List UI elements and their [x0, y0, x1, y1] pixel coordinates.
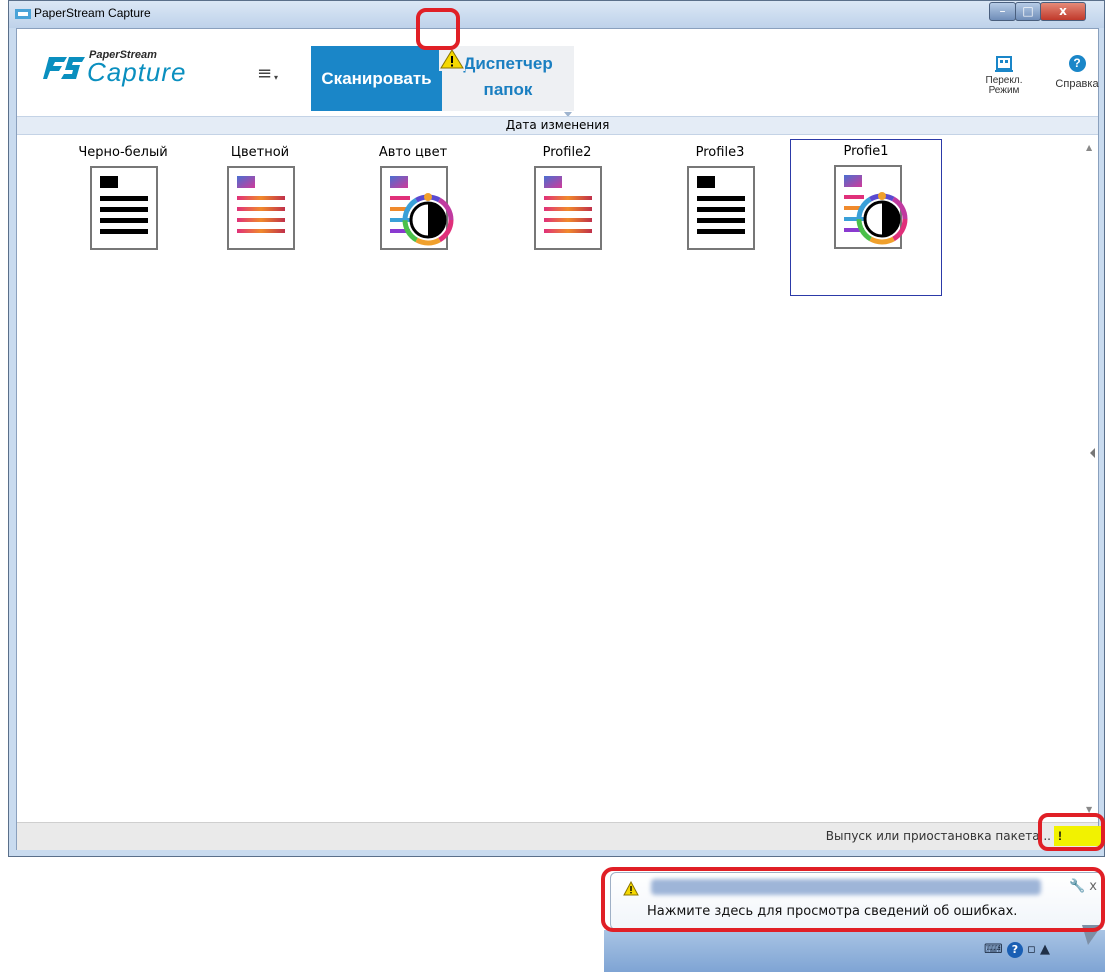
profile-name: Авто цвет — [378, 145, 448, 160]
system-tray: ⌨ ? ▫ ▲ — [984, 942, 1050, 958]
color-document-icon — [227, 166, 295, 250]
sort-header[interactable]: Дата изменения — [17, 116, 1098, 135]
profile-name: Profie1 — [843, 144, 889, 159]
show-hidden-icons-icon[interactable]: ▲ — [1040, 942, 1050, 957]
close-button[interactable]: x — [1040, 2, 1086, 21]
profile-name: Profile2 — [542, 145, 592, 160]
profile-item[interactable]: Profile3 — [644, 141, 796, 296]
tab-scan[interactable]: Сканировать — [311, 46, 442, 111]
chevron-down-icon: ▾ — [274, 73, 279, 82]
profile-grid: Черно-белый Цветной Авто цвет Profile2 P… — [17, 136, 1082, 816]
switch-mode-icon — [995, 56, 1013, 72]
profile-item[interactable]: Цветной — [184, 141, 336, 296]
profile-item-selected[interactable]: Profie1 — [790, 139, 942, 296]
panel-expand-arrow-icon[interactable] — [1090, 448, 1095, 458]
logo-mark-icon — [43, 57, 85, 79]
tab-folder-label-line2: папок — [483, 80, 533, 99]
hamburger-icon: ≡ — [257, 63, 273, 84]
auto-color-document-icon — [380, 166, 454, 250]
profile-name: Profile3 — [695, 145, 745, 160]
bw-document-icon — [90, 166, 158, 250]
highlight-warning-icon — [416, 8, 460, 50]
switch-mode-label-line2: Режим — [988, 85, 1020, 96]
main-menu-button[interactable]: ≡ ▾ — [257, 65, 287, 85]
warning-icon — [439, 47, 465, 71]
help-button[interactable]: ? Справка — [1052, 55, 1102, 105]
logo-big-text: Capture — [87, 57, 187, 87]
maximize-button[interactable]: □ — [1015, 2, 1041, 21]
profile-name: Цветной — [230, 145, 290, 160]
network-icon[interactable]: ▫ — [1027, 942, 1036, 957]
status-text: Выпуск или приостановка пакета... — [825, 829, 1051, 843]
taskbar: ⌨ ? ▫ ▲ — [604, 930, 1105, 972]
switch-mode-button[interactable]: Перекл. Режим — [984, 55, 1024, 105]
bw-document-icon — [687, 166, 755, 250]
app-icon — [15, 9, 31, 19]
app-window: PaperStream Capture – □ x PaperStream Ca… — [8, 0, 1105, 857]
profile-item[interactable]: Черно-белый — [47, 141, 199, 296]
color-document-icon — [534, 166, 602, 250]
help-tray-icon[interactable]: ? — [1006, 942, 1023, 958]
highlight-balloon — [601, 867, 1105, 932]
profile-item[interactable]: Profile2 — [491, 141, 643, 296]
title-bar[interactable]: PaperStream Capture – □ x — [9, 1, 1104, 28]
client-area: PaperStream Capture ≡ ▾ Сканировать Дисп… — [16, 28, 1104, 850]
status-bar: Выпуск или приостановка пакета... ! — [17, 822, 1104, 850]
scroll-up-icon[interactable]: ▲ — [1086, 143, 1092, 152]
paperstream-logo: PaperStream Capture — [43, 41, 203, 87]
help-icon: ? — [1068, 55, 1086, 72]
window-title: PaperStream Capture — [34, 6, 151, 20]
profile-name: Черно-белый — [78, 145, 168, 160]
ribbon: PaperStream Capture ≡ ▾ Сканировать Дисп… — [17, 29, 1099, 112]
help-label: Справка — [1055, 78, 1099, 90]
auto-color-document-icon — [834, 165, 908, 249]
highlight-status-warning — [1038, 813, 1105, 851]
profile-item[interactable]: Авто цвет — [337, 141, 489, 296]
vertical-scrollbar[interactable]: ▲ ▼ — [1082, 136, 1098, 822]
minimize-button[interactable]: – — [989, 2, 1016, 21]
keyboard-icon[interactable]: ⌨ — [984, 942, 1003, 957]
